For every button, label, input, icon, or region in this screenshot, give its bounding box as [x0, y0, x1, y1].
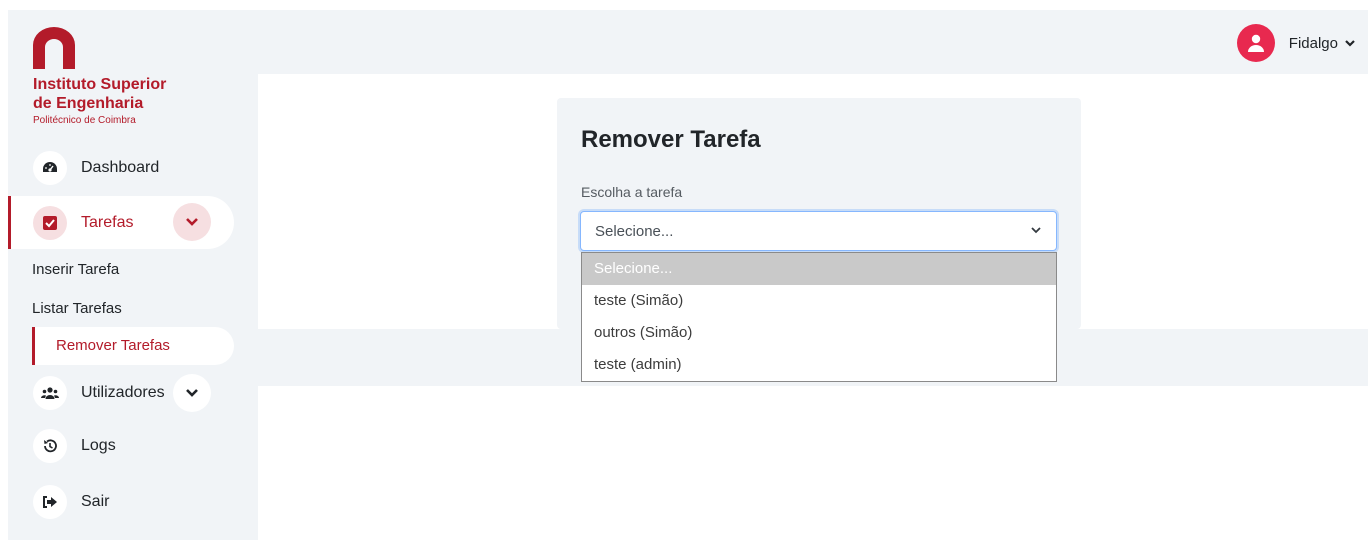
chevron-down-icon[interactable] [173, 374, 211, 412]
sidebar-subitem-label: Remover Tarefas [56, 337, 170, 354]
select-option-label: teste (Simão) [594, 292, 684, 309]
select-option-label: teste (admin) [594, 356, 682, 373]
user-menu[interactable]: Fidalgo [1236, 24, 1356, 62]
sidebar-item-label: Sair [81, 493, 110, 510]
checkbox-icon [33, 205, 67, 240]
select-option-label: outros (Simão) [594, 324, 693, 341]
sidebar-item-dashboard[interactable]: Dashboard [8, 143, 234, 193]
sidebar-subitem-remover-tarefas[interactable]: Remover Tarefas [32, 327, 234, 365]
chevron-down-icon [1031, 227, 1041, 234]
brand-subtitle: Politécnico de Coimbra [33, 115, 136, 126]
isec-logo-icon [33, 27, 75, 69]
select-option[interactable]: teste (admin) [582, 349, 1056, 381]
task-select[interactable]: Selecione... [580, 211, 1057, 251]
sidebar-item-utilizadores[interactable]: Utilizadores [8, 368, 234, 418]
brand-title-line1: Instituto Superior [33, 76, 167, 93]
sidebar-item-tarefas[interactable]: Tarefas [8, 196, 234, 249]
users-icon [33, 376, 67, 410]
task-select-value: Selecione... [595, 223, 674, 240]
select-option[interactable]: Selecione... [582, 253, 1056, 285]
task-select-label: Escolha a tarefa [581, 184, 683, 200]
sidebar-item-label: Dashboard [81, 159, 160, 176]
sidebar: Instituto Superior de Engenharia Politéc… [8, 10, 258, 540]
brand-title: Instituto Superior de Engenharia [33, 75, 253, 113]
page-title: Remover Tarefa [581, 126, 761, 153]
sidebar-subitem-listar-tarefas[interactable]: Listar Tarefas [32, 300, 122, 317]
sidebar-item-sair[interactable]: Sair [8, 477, 234, 527]
brand-title-line2: de Engenharia [33, 95, 144, 112]
sidebar-item-label: Utilizadores [81, 384, 165, 401]
history-icon [33, 429, 67, 463]
main-footer-area [258, 386, 1368, 540]
sign-out-icon [33, 485, 67, 519]
dashboard-gauge-icon [33, 151, 67, 185]
select-option[interactable]: teste (Simão) [582, 285, 1056, 317]
sidebar-subitem-inserir-tarefa[interactable]: Inserir Tarefa [32, 261, 119, 278]
sidebar-item-logs[interactable]: Logs [8, 421, 234, 471]
task-select-dropdown: Selecione... teste (Simão) outros (Simão… [581, 252, 1057, 382]
chevron-down-icon [1345, 39, 1355, 47]
chevron-down-icon[interactable] [173, 203, 211, 241]
select-option[interactable]: outros (Simão) [582, 317, 1056, 349]
sidebar-item-label: Tarefas [81, 213, 134, 231]
user-icon [1236, 24, 1275, 62]
select-option-label: Selecione... [594, 260, 673, 277]
user-name: Fidalgo [1288, 34, 1338, 52]
sidebar-item-label: Logs [81, 437, 116, 454]
